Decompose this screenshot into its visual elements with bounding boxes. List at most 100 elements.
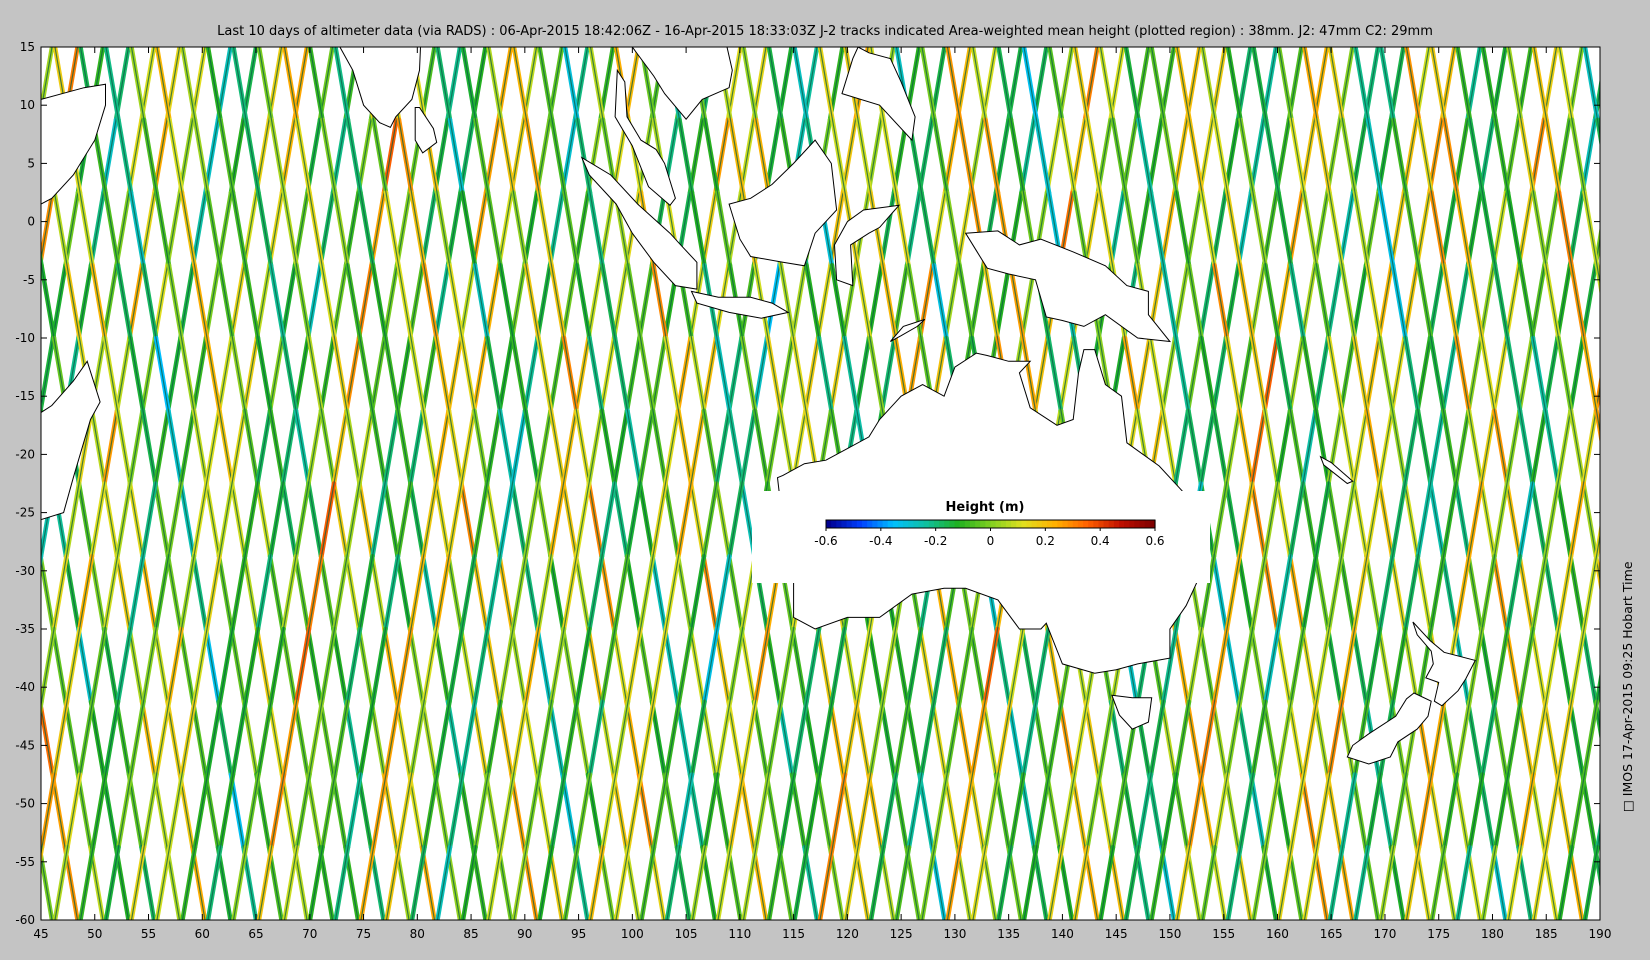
- track-segment: [1608, 120, 1621, 193]
- colorbar-swatch: [964, 520, 971, 528]
- colorbar-swatch: [877, 520, 884, 528]
- x-tick-label: 110: [728, 927, 751, 941]
- colorbar-swatch: [1005, 520, 1012, 528]
- track-segment: [4, 193, 17, 266]
- track-segment: [0, 265, 3, 338]
- jason2-track: [0, 47, 27, 920]
- colorbar-swatch: [1077, 520, 1084, 528]
- x-tick-label: 60: [195, 927, 210, 941]
- x-tick-label: 120: [836, 927, 859, 941]
- x-tick-label: 75: [356, 927, 371, 941]
- colorbar-swatch: [867, 520, 873, 528]
- colorbar-swatch: [1000, 520, 1007, 528]
- colorbar-tick-label: 0.4: [1091, 534, 1110, 548]
- track-segment: [1622, 411, 1635, 484]
- jason2-track: [0, 47, 1, 920]
- track-segment: [1646, 47, 1650, 120]
- colorbar-swatch: [846, 520, 853, 528]
- colorbar-swatch: [995, 520, 1002, 528]
- track-segment: [1623, 265, 1636, 338]
- colorbar-swatch: [1052, 520, 1058, 528]
- jason2-track: [0, 47, 1, 920]
- x-tick-label: 175: [1427, 927, 1450, 941]
- track-segment: [1609, 411, 1622, 484]
- colorbar-swatch: [928, 520, 935, 528]
- colorbar-swatch: [985, 520, 992, 528]
- track-segment: [4, 702, 17, 775]
- x-tick-label: 190: [1589, 927, 1612, 941]
- track-segment: [3, 484, 16, 557]
- y-tick-label: 5: [27, 156, 35, 170]
- track-segment: [0, 847, 1, 920]
- track-segment: [1611, 47, 1624, 120]
- colorbar-swatch: [1119, 520, 1125, 528]
- track-segment: [0, 556, 2, 629]
- track-segment: [0, 120, 4, 193]
- colorbar-swatch: [939, 520, 945, 528]
- x-tick-label: 125: [890, 927, 913, 941]
- height-colorbar: Height (m) -0.6 -0.4 -0.2 0 0.2 0.4 0.6: [752, 491, 1210, 583]
- colorbar-swatch: [882, 520, 889, 528]
- x-tick-label: 70: [302, 927, 317, 941]
- y-tick-label: -35: [15, 622, 35, 636]
- x-tick-label: 65: [248, 927, 263, 941]
- track-segment: [1608, 775, 1621, 848]
- colorbar-swatch: [1031, 520, 1038, 528]
- colorbar-swatch: [826, 520, 832, 528]
- track-segment: [1634, 629, 1647, 702]
- colorbar-swatch: [1139, 520, 1146, 528]
- track-segment: [1646, 847, 1650, 920]
- colorbar-swatch: [1011, 520, 1017, 528]
- track-segment: [0, 193, 2, 266]
- track-segment: [2, 775, 15, 848]
- colorbar-tick-label: -0.2: [924, 534, 947, 548]
- y-tick-label: 10: [20, 98, 35, 112]
- colorbar-swatch: [872, 520, 879, 528]
- colorbar-swatch: [923, 520, 930, 528]
- colorbar-swatch: [836, 520, 843, 528]
- track-segment: [17, 775, 30, 848]
- jason2-track: [0, 47, 27, 920]
- colorbar-swatch: [1062, 520, 1069, 528]
- colorbar-swatch: [1108, 520, 1115, 528]
- x-tick-label: 165: [1320, 927, 1343, 941]
- colorbar-swatch: [1072, 520, 1079, 528]
- colorbar-swatch: [933, 520, 940, 528]
- track-segment: [0, 484, 3, 557]
- x-tick-label: 135: [997, 927, 1020, 941]
- x-tick-label: 115: [782, 927, 805, 941]
- track-segment: [1634, 265, 1647, 338]
- x-tick-label: 185: [1535, 927, 1558, 941]
- track-segment: [1635, 411, 1648, 484]
- track-segment: [15, 193, 28, 266]
- y-tick-label: -20: [15, 447, 35, 461]
- colorbar-swatch: [1129, 520, 1136, 528]
- track-segment: [1609, 484, 1622, 557]
- colorbar-swatch: [1026, 520, 1033, 528]
- imos-credit: □ IMOS 17-Apr-2015 09:25 Hobart Time: [1620, 561, 1635, 812]
- track-segment: [16, 484, 29, 557]
- x-tick-label: 100: [621, 927, 644, 941]
- colorbar-title: Height (m): [946, 500, 1025, 515]
- colorbar-swatch: [980, 520, 986, 528]
- track-segment: [2, 265, 15, 338]
- track-segment: [1622, 338, 1635, 411]
- colorbar-swatch: [1021, 520, 1028, 528]
- colorbar-swatch: [1067, 520, 1074, 528]
- y-tick-label: -40: [15, 680, 35, 694]
- jason2-track: [1636, 47, 1650, 920]
- jason2-track: [1636, 47, 1650, 920]
- colorbar-swatch: [1144, 520, 1151, 528]
- colorbar-swatch: [908, 520, 914, 528]
- track-segment: [2, 629, 15, 702]
- x-tick-label: 105: [675, 927, 698, 941]
- colorbar-swatch: [897, 520, 904, 528]
- y-tick-label: 15: [20, 40, 35, 54]
- track-segment: [1622, 484, 1635, 557]
- x-tick-label: 55: [141, 927, 156, 941]
- colorbar-swatch: [1057, 520, 1064, 528]
- track-segment: [41, 842, 42, 849]
- colorbar-swatch: [975, 520, 981, 528]
- colorbar-swatch: [1103, 520, 1110, 528]
- colorbar-swatch: [831, 520, 837, 528]
